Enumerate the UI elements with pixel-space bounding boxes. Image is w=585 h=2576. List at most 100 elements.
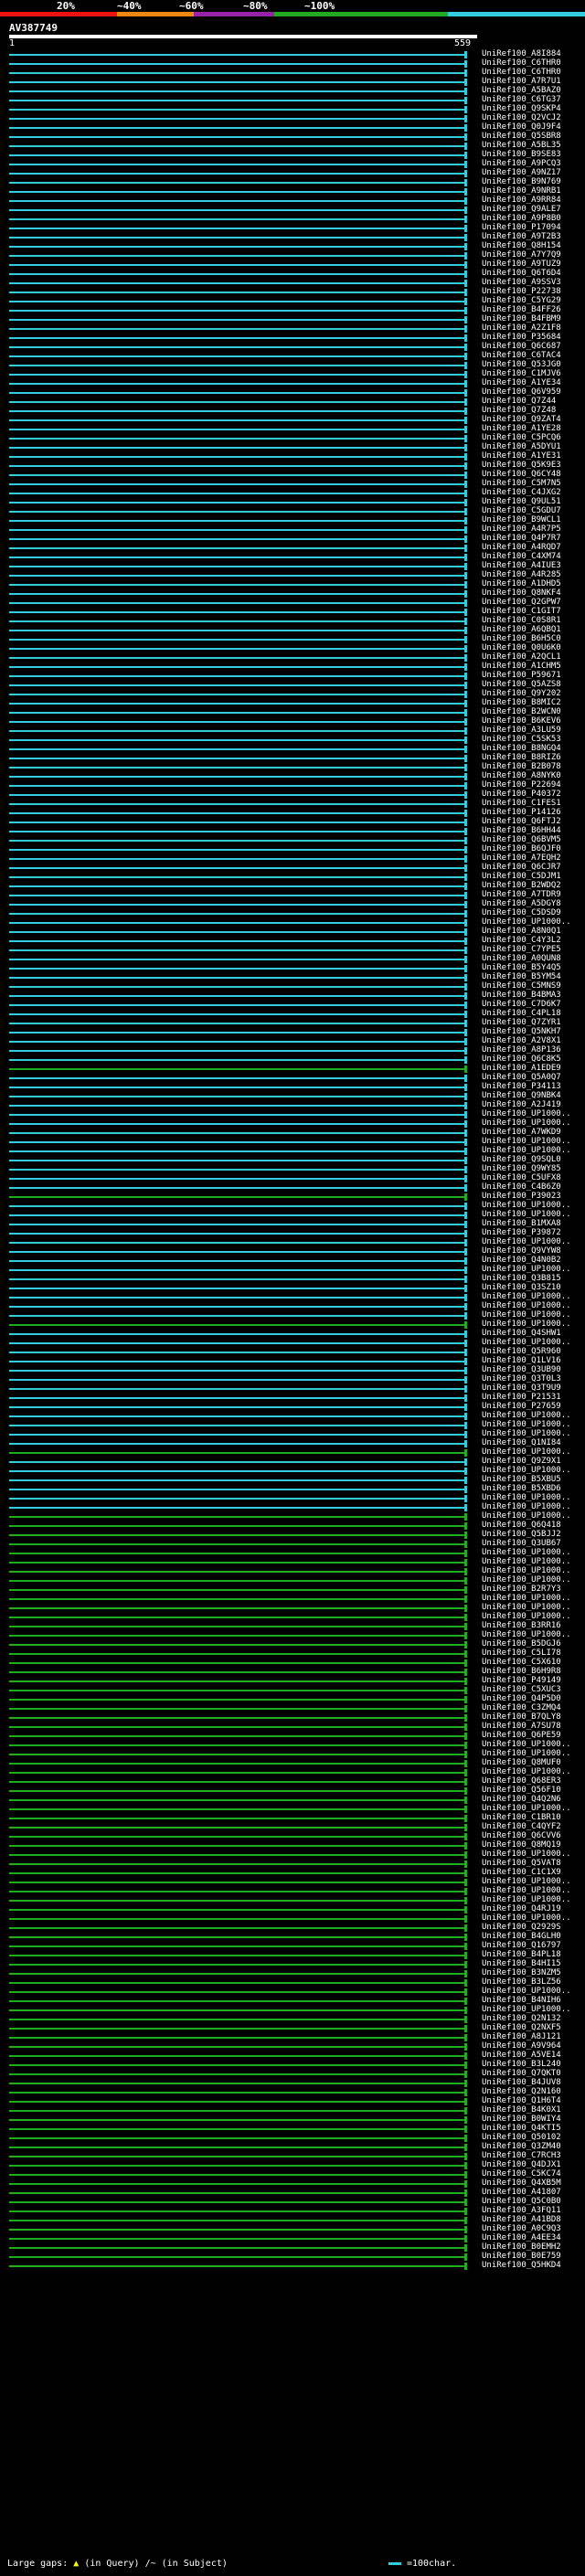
hit-alignment-bar[interactable] [9,694,466,695]
hit-label[interactable]: UniRef100_Q4Q2N6 [482,1795,561,1804]
hit-alignment-bar[interactable] [9,1434,466,1436]
hit-alignment-bar[interactable] [9,319,466,321]
hit-alignment-bar[interactable] [9,374,466,376]
hit-label[interactable]: UniRef100_P39023 [482,1192,561,1201]
hit-alignment-bar[interactable] [9,1087,466,1088]
hit-alignment-bar[interactable] [9,684,466,686]
hit-label[interactable]: UniRef100_Q7Z48 [482,406,556,415]
hit-label[interactable]: UniRef100_Q4DJX1 [482,2160,561,2169]
hit-label[interactable]: UniRef100_Q56F10 [482,1786,561,1795]
hit-label[interactable]: UniRef100_C6TG37 [482,95,561,104]
hit-alignment-bar[interactable] [9,1169,466,1171]
hit-label[interactable]: UniRef100_B4PL18 [482,1950,561,1959]
hit-label[interactable]: UniRef100_Q9WY85 [482,1164,561,1173]
hit-alignment-bar[interactable] [9,310,466,312]
hit-alignment-bar[interactable] [9,1233,466,1235]
hit-label[interactable]: UniRef100_B2B078 [482,762,561,771]
hit-label[interactable]: UniRef100_Q5AZS8 [482,680,561,689]
hit-label[interactable]: UniRef100_C7YPE5 [482,945,561,954]
hit-alignment-bar[interactable] [9,1470,466,1472]
hit-alignment-bar[interactable] [9,557,466,558]
hit-label[interactable]: UniRef100_Q2VCJ2 [482,113,561,122]
hit-alignment-bar[interactable] [9,931,466,933]
hit-alignment-bar[interactable] [9,1717,466,1719]
hit-label[interactable]: UniRef100_A4EE34 [482,2233,561,2242]
hit-label[interactable]: UniRef100_UP1000.. [482,1886,571,1895]
hit-alignment-bar[interactable] [9,602,466,604]
hit-alignment-bar[interactable] [9,1224,466,1225]
hit-alignment-bar[interactable] [9,1132,466,1134]
hit-alignment-bar[interactable] [9,1772,466,1774]
hit-alignment-bar[interactable] [9,895,466,896]
hit-label[interactable]: UniRef100_A41BD8 [482,2215,561,2224]
hit-label[interactable]: UniRef100_UP1000.. [482,1493,571,1502]
hit-alignment-bar[interactable] [9,831,466,832]
hit-alignment-bar[interactable] [9,675,466,677]
hit-label[interactable]: UniRef100_UP1000.. [482,1895,571,1904]
hit-alignment-bar[interactable] [9,1333,466,1335]
hit-label[interactable]: UniRef100_B9N769 [482,177,561,186]
hit-label[interactable]: UniRef100_B8MIC2 [482,698,561,707]
hit-label[interactable]: UniRef100_A41807 [482,2188,561,2197]
hit-alignment-bar[interactable] [9,648,466,650]
hit-label[interactable]: UniRef100_Q9ALE7 [482,205,561,214]
hit-label[interactable]: UniRef100_P27659 [482,1402,561,1411]
hit-label[interactable]: UniRef100_A7TDR9 [482,890,561,899]
hit-alignment-bar[interactable] [9,1836,466,1838]
hit-alignment-bar[interactable] [9,1945,466,1947]
hit-alignment-bar[interactable] [9,301,466,302]
hit-label[interactable]: UniRef100_UP1000.. [482,1612,571,1621]
hit-alignment-bar[interactable] [9,1269,466,1271]
hit-alignment-bar[interactable] [9,1278,466,1280]
hit-alignment-bar[interactable] [9,1790,466,1792]
hit-alignment-bar[interactable] [9,154,466,156]
hit-label[interactable]: UniRef100_C5SK53 [482,735,561,744]
hit-alignment-bar[interactable] [9,1589,466,1591]
hit-alignment-bar[interactable] [9,1406,466,1408]
hit-label[interactable]: UniRef100_A7R7U1 [482,77,561,86]
hit-label[interactable]: UniRef100_Q68ER3 [482,1776,561,1786]
hit-label[interactable]: UniRef100_B6H9R8 [482,1667,561,1676]
hit-alignment-bar[interactable] [9,1306,466,1308]
hit-label[interactable]: UniRef100_Q3T9U9 [482,1383,561,1393]
hit-alignment-bar[interactable] [9,2073,466,2075]
hit-label[interactable]: UniRef100_B5XBU5 [482,1475,561,1484]
hit-label[interactable]: UniRef100_Q5SBR8 [482,132,561,141]
hit-alignment-bar[interactable] [9,1900,466,1902]
hit-alignment-bar[interactable] [9,2238,466,2240]
hit-alignment-bar[interactable] [9,1644,466,1646]
hit-alignment-bar[interactable] [9,1763,466,1765]
hit-alignment-bar[interactable] [9,1708,466,1710]
hit-label[interactable]: UniRef100_C1BR10 [482,1813,561,1822]
hit-alignment-bar[interactable] [9,2165,466,2167]
hit-alignment-bar[interactable] [9,273,466,275]
hit-alignment-bar[interactable] [9,1617,466,1618]
hit-alignment-bar[interactable] [9,383,466,385]
hit-label[interactable]: UniRef100_C1C1X9 [482,1868,561,1877]
hit-alignment-bar[interactable] [9,2229,466,2231]
hit-alignment-bar[interactable] [9,1799,466,1801]
hit-alignment-bar[interactable] [9,1918,466,1920]
hit-label[interactable]: UniRef100_B0EMH2 [482,2242,561,2252]
hit-alignment-bar[interactable] [9,228,466,229]
hit-label[interactable]: UniRef100_UP1000.. [482,1850,571,1859]
hit-alignment-bar[interactable] [9,794,466,796]
hit-alignment-bar[interactable] [9,292,466,293]
hit-alignment-bar[interactable] [9,100,466,101]
hit-label[interactable]: UniRef100_C5LI78 [482,1648,561,1658]
hit-label[interactable]: UniRef100_A9RR84 [482,196,561,205]
hit-alignment-bar[interactable] [9,776,466,778]
hit-label[interactable]: UniRef100_C6THR0 [482,68,561,77]
hit-alignment-bar[interactable] [9,1059,466,1061]
hit-alignment-bar[interactable] [9,328,466,330]
hit-alignment-bar[interactable] [9,767,466,769]
hit-label[interactable]: UniRef100_A7WKD9 [482,1128,561,1137]
hit-alignment-bar[interactable] [9,419,466,421]
hit-label[interactable]: UniRef100_B2R7Y3 [482,1585,561,1594]
hit-label[interactable]: UniRef100_B8RIZ6 [482,753,561,762]
hit-label[interactable]: UniRef100_C5DSD9 [482,908,561,917]
hit-label[interactable]: UniRef100_UP1000.. [482,1603,571,1612]
hit-label[interactable]: UniRef100_P14126 [482,808,561,817]
hit-alignment-bar[interactable] [9,2055,466,2057]
hit-label[interactable]: UniRef100_UP1000.. [482,1987,571,1996]
